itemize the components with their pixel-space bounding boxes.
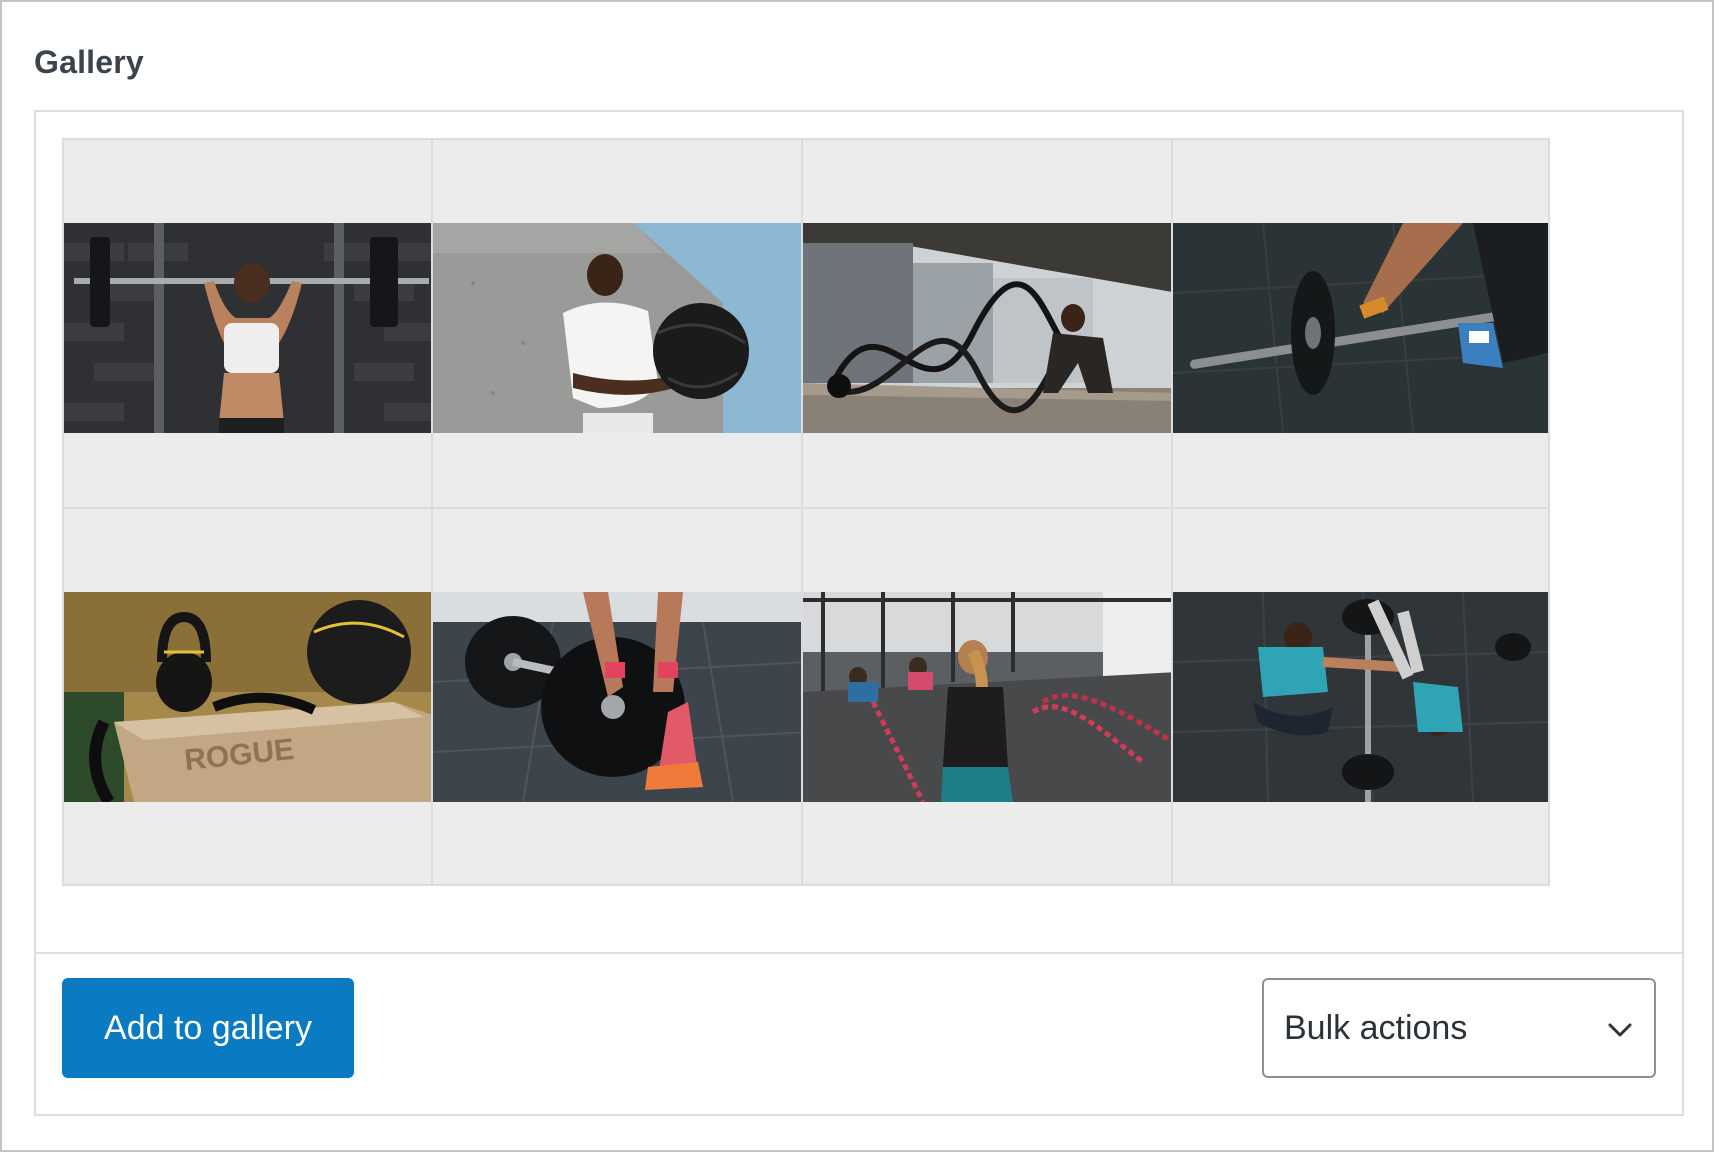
- gallery-image-3: [803, 223, 1178, 433]
- gallery-image-8: [1173, 592, 1548, 802]
- gallery-item-5[interactable]: ROGUE: [62, 507, 441, 886]
- gallery-item-3[interactable]: [801, 138, 1180, 517]
- panel-title: Gallery: [34, 44, 144, 80]
- gallery-grid: ROGUE: [62, 138, 1658, 921]
- add-to-gallery-button[interactable]: Add to gallery: [62, 978, 354, 1078]
- gallery-image-1: [64, 223, 439, 433]
- gallery-item-6[interactable]: [431, 507, 810, 886]
- footer-divider: [36, 952, 1682, 954]
- bulk-actions-select[interactable]: Bulk actions: [1262, 978, 1656, 1078]
- gallery-image-4: [1173, 223, 1548, 433]
- gallery-item-4[interactable]: [1171, 138, 1550, 517]
- gallery-item-8[interactable]: [1171, 507, 1550, 886]
- bulk-actions-label: Bulk actions: [1284, 1008, 1468, 1047]
- gallery-image-6: [433, 592, 808, 802]
- gallery-container: ROGUE Add to gallery Bulk actions: [34, 110, 1684, 1116]
- gallery-item-2[interactable]: [431, 138, 810, 517]
- gallery-image-5: ROGUE: [64, 592, 439, 802]
- gallery-item-7[interactable]: [801, 507, 1180, 886]
- gallery-image-2: [433, 223, 808, 433]
- gallery-item-1[interactable]: [62, 138, 441, 517]
- gallery-panel: Gallery ROGUE Add to gallery Bulk action…: [0, 0, 1714, 1152]
- gallery-image-7: [803, 592, 1178, 802]
- chevron-down-icon: [1608, 1023, 1632, 1037]
